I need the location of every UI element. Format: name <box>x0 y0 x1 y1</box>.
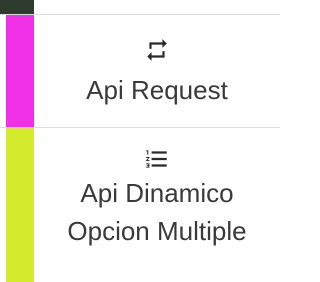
numbered-list-icon <box>146 150 167 168</box>
api-dinamico-label-line2: Opcion Multiple <box>67 216 247 246</box>
api-dinamico-label-line1: Api Dinamico <box>80 178 234 208</box>
repeat-icon <box>147 39 167 61</box>
palette-item-api-dinamico-opcion-multiple[interactable]: Api Dinamico Opcion Multiple <box>0 128 280 282</box>
node-palette: Api Request Api Dinamico Opcion Multiple <box>0 0 280 282</box>
top-strip <box>0 0 280 14</box>
color-stripe-api-dinamico <box>6 128 34 282</box>
top-accent-stripe <box>0 0 34 14</box>
color-stripe-api-request <box>6 15 34 127</box>
palette-item-api-request[interactable]: Api Request <box>0 14 280 128</box>
api-request-label: Api Request <box>86 75 228 105</box>
